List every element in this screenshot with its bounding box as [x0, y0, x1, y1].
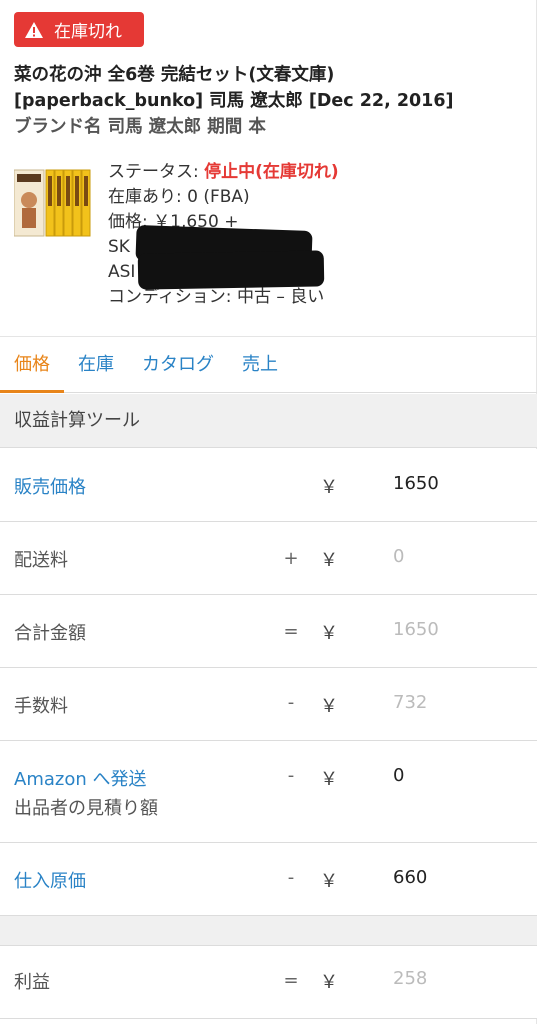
product-thumbnail[interactable]	[13, 164, 98, 240]
shipping-label: 配送料	[14, 550, 68, 571]
row-amazon-shipping[interactable]: Amazon へ発送 出品者の見積り額 - ￥ 0	[0, 741, 537, 843]
out-of-stock-badge: 在庫切れ	[14, 12, 144, 47]
fee-label: 手数料	[14, 696, 68, 717]
tab-sales[interactable]: 売上	[228, 337, 292, 393]
amazon-shipping-value[interactable]: 0	[393, 765, 404, 786]
minus-operator: -	[287, 765, 295, 786]
sale-price-label[interactable]: 販売価格	[14, 473, 86, 499]
yen-symbol: ￥	[320, 769, 338, 790]
title-line-1: 菜の花の沖 全6巻 完結セット(文春文庫)	[14, 65, 335, 85]
yen-symbol: ￥	[320, 972, 338, 993]
profit-label: 利益	[14, 972, 50, 993]
cost-label[interactable]: 仕入原価	[14, 867, 86, 893]
total-label: 合計金額	[14, 623, 86, 644]
profit-value: 258	[393, 968, 428, 989]
redaction-mark	[137, 250, 325, 290]
yen-symbol: ￥	[320, 623, 338, 644]
section-title: 収益計算ツール	[0, 394, 537, 448]
yen-symbol: ￥	[320, 871, 338, 892]
equals-operator: =	[283, 621, 299, 642]
yen-symbol: ￥	[320, 477, 338, 498]
amazon-shipping-sublabel: 出品者の見積り額	[14, 798, 158, 819]
row-cost[interactable]: 仕入原価 - ￥ 660	[0, 843, 537, 916]
plus-operator: +	[283, 548, 299, 569]
tab-inventory[interactable]: 在庫	[64, 337, 128, 393]
minus-operator: -	[287, 692, 295, 713]
product-title: 菜の花の沖 全6巻 完結セット(文春文庫) [paperback_bunko] …	[14, 62, 524, 140]
title-line-2: [paperback_bunko] 司馬 遼太郎 [Dec 22, 2016]	[14, 91, 454, 111]
total-value: 1650	[393, 619, 439, 640]
row-profit: 利益 = ￥ 258	[0, 946, 537, 1019]
status-value: 停止中(在庫切れ)	[204, 162, 339, 182]
row-sale-price[interactable]: 販売価格 ￥ 1650	[0, 449, 537, 522]
tab-bar: 価格 在庫 カタログ 売上	[0, 336, 537, 393]
yen-symbol: ￥	[320, 696, 338, 717]
yen-symbol: ￥	[320, 550, 338, 571]
status-line: ステータス: 停止中(在庫切れ)	[108, 160, 528, 185]
amazon-shipping-label[interactable]: Amazon へ発送	[14, 765, 146, 791]
title-line-3: ブランド名 司馬 遼太郎 期間 本	[14, 117, 266, 137]
tab-price[interactable]: 価格	[0, 337, 64, 393]
cost-value[interactable]: 660	[393, 867, 427, 888]
minus-operator: -	[287, 867, 295, 888]
equals-operator: =	[283, 970, 299, 991]
row-shipping: 配送料 + ￥ 0	[0, 522, 537, 595]
badge-label: 在庫切れ	[54, 22, 122, 42]
warning-icon	[24, 21, 44, 39]
fee-value: 732	[393, 692, 428, 713]
shipping-value: 0	[393, 546, 405, 567]
row-fee: 手数料 - ￥ 732	[0, 668, 537, 741]
section-divider	[0, 916, 537, 946]
row-total: 合計金額 = ￥ 1650	[0, 595, 537, 668]
sale-price-value[interactable]: 1650	[393, 473, 439, 494]
stock-line: 在庫あり: 0 (FBA)	[108, 187, 250, 207]
tab-catalog[interactable]: カタログ	[128, 337, 228, 393]
status-label: ステータス:	[108, 162, 205, 182]
